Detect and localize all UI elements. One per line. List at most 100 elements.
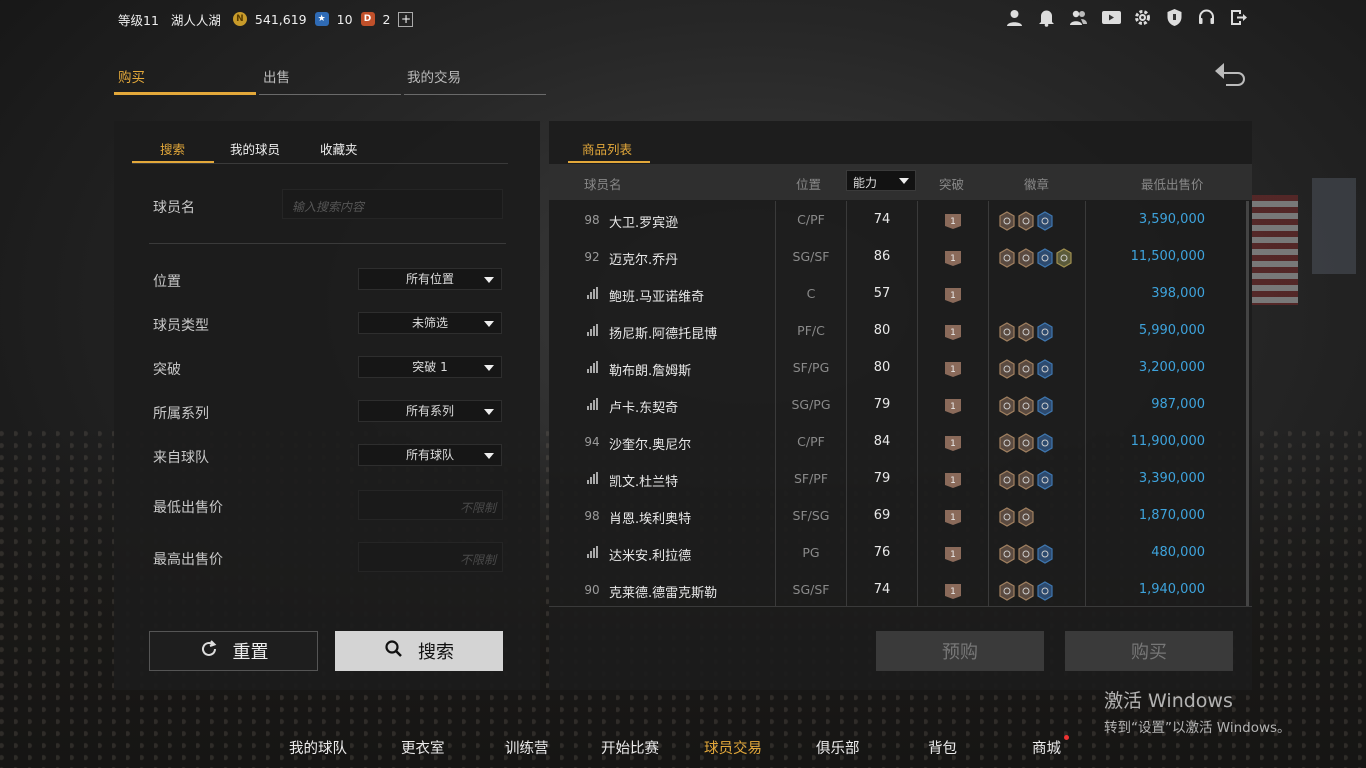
table-row[interactable]: 98 大卫.罗宾逊 C/PF 74 1 3,590,000 — [550, 202, 1250, 239]
preorder-button[interactable]: 预购 — [876, 631, 1044, 671]
svg-text:1: 1 — [950, 402, 956, 412]
bell-icon[interactable] — [1037, 8, 1056, 27]
player-type-dropdown[interactable]: 未筛选 — [358, 312, 502, 334]
logout-icon[interactable] — [1229, 8, 1248, 27]
badge-icon — [1036, 470, 1054, 490]
badge-icon — [1036, 248, 1054, 268]
nav-backpack[interactable]: 背包 — [928, 737, 957, 758]
person-icon[interactable] — [1005, 8, 1024, 27]
player-position: C/PF — [797, 434, 825, 449]
tab-my-trades[interactable]: 我的交易 — [404, 66, 546, 95]
badge-icon — [1017, 359, 1035, 379]
player-ability: 74 — [873, 582, 891, 597]
player-position: SG/PG — [791, 397, 831, 412]
team-dropdown[interactable]: 所有球队 — [358, 444, 502, 466]
badge-icon — [998, 248, 1016, 268]
breakthrough-icon: 1 — [944, 398, 962, 414]
svg-text:1: 1 — [950, 254, 956, 264]
player-name: 克莱德.德雷克斯勒 — [609, 586, 718, 601]
max-price-input[interactable]: 不限制 — [358, 542, 503, 572]
star-icon: ★ — [314, 12, 329, 26]
table-row[interactable]: 凯文.杜兰特 SF/PF 79 1 3,390,000 — [550, 461, 1250, 498]
player-position: SG/SF — [792, 582, 830, 597]
breakthrough-icon: 1 — [944, 250, 962, 266]
badge-icon — [998, 470, 1016, 490]
badge-icon — [1017, 470, 1035, 490]
subtab-favorites[interactable]: 收藏夹 — [320, 139, 358, 158]
ability-sort-dropdown[interactable]: 能力 — [846, 170, 916, 191]
player-ability: 69 — [873, 508, 891, 523]
position-dropdown[interactable]: 所有位置 — [358, 268, 502, 290]
breakthrough-icon: 1 — [944, 472, 962, 488]
chevron-down-icon — [899, 178, 909, 184]
badge-icon — [1036, 544, 1054, 564]
friends-icon[interactable] — [1069, 8, 1088, 27]
search-button[interactable]: 搜索 — [335, 631, 503, 671]
nav-player-trade[interactable]: 球员交易 — [704, 737, 762, 758]
table-row[interactable]: 90 克莱德.德雷克斯勒 SG/SF 74 1 1,940,000 — [550, 572, 1250, 609]
nav-locker-room[interactable]: 更衣室 — [401, 737, 445, 758]
table-row[interactable]: 达米安.利拉德 PG 76 1 480,000 — [550, 535, 1250, 572]
tab-buy[interactable]: 购买 — [114, 66, 256, 95]
badge-group — [998, 396, 1054, 416]
badge-group — [998, 507, 1035, 527]
table-row[interactable]: 98 肖恩.埃利奥特 SF/SG 69 1 1,870,000 — [550, 498, 1250, 535]
player-name-input[interactable]: 输入搜索内容 — [282, 189, 503, 219]
player-ability: 79 — [873, 397, 891, 412]
max-price-label: 最高出售价 — [153, 552, 223, 568]
nav-store[interactable]: 商城 — [1032, 737, 1061, 758]
series-label: 所属系列 — [153, 406, 209, 422]
background-banner — [1312, 178, 1356, 274]
series-dropdown[interactable]: 所有系列 — [358, 400, 502, 422]
player-price: 987,000 — [1151, 397, 1205, 412]
header-badge: 徽章 — [1024, 177, 1050, 192]
nav-start-game[interactable]: 开始比赛 — [601, 737, 659, 758]
gear-icon[interactable] — [1133, 8, 1152, 27]
min-price-input[interactable]: 不限制 — [358, 490, 503, 520]
shield-icon[interactable] — [1165, 8, 1184, 27]
svg-text:1: 1 — [950, 550, 956, 560]
star-count: 10 — [336, 11, 353, 27]
tab-sell[interactable]: 出售 — [259, 66, 401, 95]
player-name: 扬尼斯.阿德托昆博 — [609, 327, 718, 342]
coin-icon: N — [232, 12, 247, 26]
back-button[interactable] — [1212, 60, 1252, 86]
badge-icon — [1017, 211, 1035, 231]
nav-training-camp[interactable]: 训练营 — [505, 737, 549, 758]
buy-button[interactable]: 购买 — [1065, 631, 1233, 671]
reset-button[interactable]: 重置 — [149, 631, 318, 671]
player-name: 勒布朗.詹姆斯 — [609, 364, 692, 379]
table-row[interactable]: 94 沙奎尔.奥尼尔 C/PF 84 1 11,900,000 — [550, 424, 1250, 461]
player-price: 11,500,000 — [1130, 249, 1205, 264]
breakthrough-icon: 1 — [944, 287, 962, 303]
subtab-search[interactable]: 搜索 — [160, 139, 185, 158]
player-position: SF/SG — [792, 508, 830, 523]
breakthrough-dropdown[interactable]: 突破 1 — [358, 356, 502, 378]
search-icon — [384, 639, 404, 664]
nav-club[interactable]: 俱乐部 — [816, 737, 860, 758]
video-icon[interactable] — [1101, 8, 1121, 27]
player-ability: 74 — [873, 212, 891, 227]
top-icon-bar — [1005, 8, 1248, 27]
add-currency-button[interactable]: + — [398, 11, 414, 27]
table-row[interactable]: 鲍班.马亚诺维奇 C 57 1 398,000 — [550, 276, 1250, 313]
product-list-tab[interactable]: 商品列表 — [568, 131, 650, 163]
headset-icon[interactable] — [1197, 8, 1216, 27]
breakthrough-icon: 1 — [944, 509, 962, 525]
background-banner — [1252, 195, 1298, 305]
player-name: 沙奎尔.奥尼尔 — [609, 438, 692, 453]
player-rank: 92 — [584, 250, 600, 264]
player-name-label: 球员名 — [153, 200, 195, 216]
chevron-down-icon — [484, 321, 494, 327]
table-row[interactable]: 卢卡.东契奇 SG/PG 79 1 987,000 — [550, 387, 1250, 424]
player-price: 480,000 — [1151, 545, 1205, 560]
table-row[interactable]: 勒布朗.詹姆斯 SF/PG 80 1 3,200,000 — [550, 350, 1250, 387]
signal-bars-icon — [583, 398, 601, 413]
breakthrough-icon: 1 — [944, 361, 962, 377]
badge-icon — [998, 581, 1016, 601]
table-row[interactable]: 扬尼斯.阿德托昆博 PF/C 80 1 5,990,000 — [550, 313, 1250, 350]
table-row[interactable]: 92 迈克尔.乔丹 SG/SF 86 1 11,500,000 — [550, 239, 1250, 276]
nav-my-team[interactable]: 我的球队 — [289, 737, 347, 758]
player-name: 卢卡.东契奇 — [609, 401, 679, 416]
subtab-my-players[interactable]: 我的球员 — [230, 139, 280, 158]
